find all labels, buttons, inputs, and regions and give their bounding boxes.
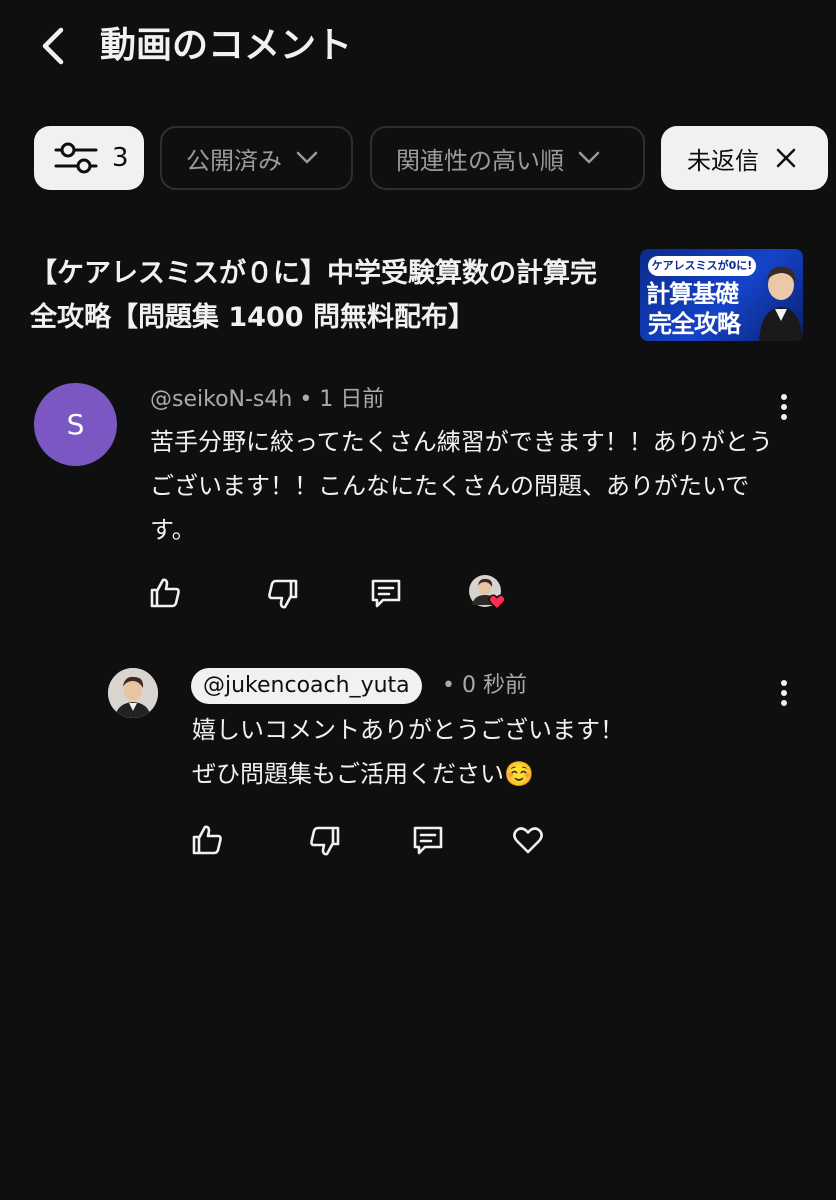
dislike-button[interactable]	[263, 574, 303, 614]
avatar-letter: S	[66, 408, 85, 441]
unreplied-label: 未返信	[687, 146, 759, 175]
published-label: 公開済み	[186, 146, 282, 175]
presenter-image	[759, 266, 803, 341]
creator-heart-badge[interactable]	[467, 573, 515, 615]
video-thumbnail[interactable]: ケアレスミスが0に! 計算基礎 完全攻略	[640, 249, 803, 341]
like-button[interactable]	[145, 573, 185, 613]
sliders-icon	[54, 142, 98, 174]
chevron-left-icon	[42, 27, 64, 65]
reply-time: 0 秒前	[461, 673, 527, 698]
reply-dislike-button[interactable]	[305, 821, 345, 861]
reply-icon	[413, 826, 443, 855]
filter-count: 3	[112, 143, 129, 173]
unreplied-filter-chip[interactable]: 未返信	[661, 126, 828, 190]
reply-more-button[interactable]	[771, 673, 797, 713]
comment-author[interactable]: @seikoN-s4h	[150, 387, 292, 412]
filter-button[interactable]: 3	[34, 126, 144, 190]
reply-meta: • 0 秒前	[442, 670, 527, 702]
more-vert-icon	[781, 680, 787, 706]
reply-line-1: 嬉しいコメントありがとうございます！	[192, 716, 624, 744]
chevron-down-icon	[296, 151, 318, 164]
meta-separator: •	[442, 673, 455, 698]
heart-icon	[513, 827, 543, 854]
reply-reply-button[interactable]	[408, 820, 448, 860]
reply-like-button[interactable]	[187, 820, 227, 860]
thumbnail-line2: 完全攻略	[648, 310, 741, 338]
app-header: 動画のコメント	[0, 0, 836, 100]
thumbnail-banner: ケアレスミスが0に!	[648, 256, 756, 276]
reply-button[interactable]	[366, 573, 406, 613]
published-dropdown[interactable]: 公開済み	[160, 126, 353, 190]
comment-time: 1 日前	[319, 387, 385, 412]
meta-separator: •	[299, 387, 313, 412]
comment-meta: @seikoN-s4h • 1 日前	[150, 384, 384, 416]
reply-author-avatar[interactable]	[108, 668, 158, 718]
sort-label: 関連性の高い順	[396, 146, 564, 175]
commenter-avatar[interactable]: S	[34, 383, 117, 466]
thumbs-down-icon	[268, 579, 298, 609]
avatar-photo	[108, 668, 158, 718]
comment-text: 苦手分野に絞ってたくさん練習ができます！！ありがとうございます！！こんなにたくさ…	[150, 428, 773, 544]
back-button[interactable]	[30, 22, 74, 70]
chevron-down-icon	[578, 151, 600, 164]
page-title: 動画のコメント	[100, 25, 353, 66]
sort-dropdown[interactable]: 関連性の高い順	[370, 126, 645, 190]
thumbnail-line1: 計算基礎	[646, 280, 739, 308]
thumbs-down-icon	[310, 826, 340, 856]
reply-line-2: ぜひ問題集もご活用ください☺️	[192, 760, 534, 788]
creator-heart-icon	[469, 575, 506, 611]
comment-more-button[interactable]	[771, 387, 797, 427]
reply-icon	[371, 579, 401, 608]
thumbs-up-icon	[192, 825, 222, 855]
reply-text: 嬉しいコメントありがとうございます！ ぜひ問題集もご活用ください☺️	[192, 708, 792, 796]
more-vert-icon	[781, 394, 787, 420]
close-icon[interactable]	[775, 147, 797, 169]
video-title[interactable]: 【ケアレスミスが０に】中学受験算数の計算完全攻略【問題集 1400 問無料配布】	[30, 252, 620, 340]
thumbs-up-icon	[150, 578, 180, 608]
reply-heart-button[interactable]	[508, 820, 548, 860]
reply-author-handle[interactable]: @jukencoach_yuta	[191, 668, 422, 704]
